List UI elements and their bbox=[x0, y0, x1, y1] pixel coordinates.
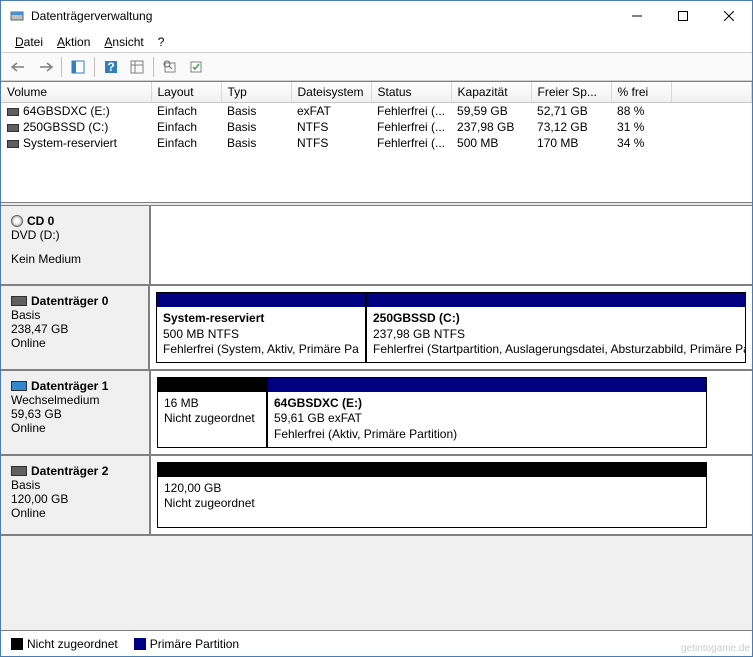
disk-status: Kein Medium bbox=[11, 252, 139, 266]
disk-type: Wechselmedium bbox=[11, 393, 139, 407]
back-button[interactable] bbox=[7, 55, 31, 79]
disk-size: 59,63 GB bbox=[11, 407, 139, 421]
partition[interactable]: 250GBSSD (C:)237,98 GB NTFSFehlerfrei (S… bbox=[366, 292, 746, 363]
dvd-icon bbox=[11, 215, 23, 227]
disk-status: Online bbox=[11, 336, 138, 350]
disk-name: Datenträger 1 bbox=[31, 379, 108, 393]
disk-icon bbox=[11, 381, 27, 391]
column-header[interactable]: Kapazität bbox=[451, 82, 531, 103]
menu-file[interactable]: Datei bbox=[15, 35, 43, 49]
disk-name: CD 0 bbox=[27, 214, 54, 228]
disk-map: CD 0 DVD (D:) Kein Medium Datenträger 0 … bbox=[1, 206, 752, 630]
partition[interactable]: System-reserviert500 MB NTFSFehlerfrei (… bbox=[156, 292, 366, 363]
menu-action[interactable]: Aktion bbox=[57, 35, 90, 49]
help-button[interactable]: ? bbox=[99, 55, 123, 79]
menubar: Datei Aktion Ansicht ? bbox=[1, 31, 752, 53]
legend-label: Primäre Partition bbox=[150, 637, 239, 651]
volume-row[interactable]: System-reserviertEinfachBasisNTFSFehlerf… bbox=[1, 135, 752, 151]
disk-type: Basis bbox=[11, 478, 139, 492]
legend: Nicht zugeordnet Primäre Partition bbox=[1, 630, 752, 656]
watermark: getintogame.de bbox=[681, 643, 750, 654]
maximize-button[interactable] bbox=[660, 1, 706, 31]
column-header[interactable]: Freier Sp... bbox=[531, 82, 611, 103]
menu-help[interactable]: ? bbox=[158, 35, 165, 49]
disk-size: 238,47 GB bbox=[11, 322, 138, 336]
disk-row-1[interactable]: Datenträger 1 Wechselmedium 59,63 GB Onl… bbox=[1, 371, 752, 456]
column-header[interactable]: Typ bbox=[221, 82, 291, 103]
disk-row-0[interactable]: Datenträger 0 Basis 238,47 GB Online Sys… bbox=[1, 286, 752, 371]
menu-view[interactable]: Ansicht bbox=[104, 35, 143, 49]
volume-row[interactable]: 64GBSDXC (E:)EinfachBasisexFATFehlerfrei… bbox=[1, 103, 752, 120]
properties-button[interactable] bbox=[158, 55, 182, 79]
column-header[interactable]: % frei bbox=[611, 82, 671, 103]
column-header[interactable]: Status bbox=[371, 82, 451, 103]
disk-status: Online bbox=[11, 506, 139, 520]
legend-swatch-primary bbox=[134, 638, 146, 650]
column-header[interactable]: Volume bbox=[1, 82, 151, 103]
disk-sub: DVD (D:) bbox=[11, 228, 139, 242]
window-title: Datenträgerverwaltung bbox=[31, 9, 614, 23]
disk-type: Basis bbox=[11, 308, 138, 322]
toolbar: ? bbox=[1, 53, 752, 81]
disk-icon bbox=[11, 296, 27, 306]
titlebar: Datenträgerverwaltung bbox=[1, 1, 752, 31]
partition[interactable]: 120,00 GBNicht zugeordnet bbox=[157, 462, 707, 528]
app-icon bbox=[9, 8, 25, 24]
legend-swatch-unalloc bbox=[11, 638, 23, 650]
volume-list[interactable]: VolumeLayoutTypDateisystemStatusKapazitä… bbox=[1, 82, 752, 202]
minimize-button[interactable] bbox=[614, 1, 660, 31]
refresh-button[interactable] bbox=[184, 55, 208, 79]
column-header[interactable]: Dateisystem bbox=[291, 82, 371, 103]
show-hide-button[interactable] bbox=[66, 55, 90, 79]
close-button[interactable] bbox=[706, 1, 752, 31]
disk-size: 120,00 GB bbox=[11, 492, 139, 506]
partition[interactable]: 16 MBNicht zugeordnet bbox=[157, 377, 267, 448]
disk-name: Datenträger 0 bbox=[31, 294, 108, 308]
legend-label: Nicht zugeordnet bbox=[27, 637, 118, 651]
partition[interactable]: 64GBSDXC (E:)59,61 GB exFATFehlerfrei (A… bbox=[267, 377, 707, 448]
disk-name: Datenträger 2 bbox=[31, 464, 108, 478]
disk-icon bbox=[11, 466, 27, 476]
disk-row-cd0[interactable]: CD 0 DVD (D:) Kein Medium bbox=[1, 206, 752, 286]
disk-status: Online bbox=[11, 421, 139, 435]
svg-text:?: ? bbox=[107, 60, 114, 74]
view-button[interactable] bbox=[125, 55, 149, 79]
disk-row-2[interactable]: Datenträger 2 Basis 120,00 GB Online 120… bbox=[1, 456, 752, 536]
forward-button[interactable] bbox=[33, 55, 57, 79]
volume-row[interactable]: 250GBSSD (C:)EinfachBasisNTFSFehlerfrei … bbox=[1, 119, 752, 135]
column-header[interactable]: Layout bbox=[151, 82, 221, 103]
